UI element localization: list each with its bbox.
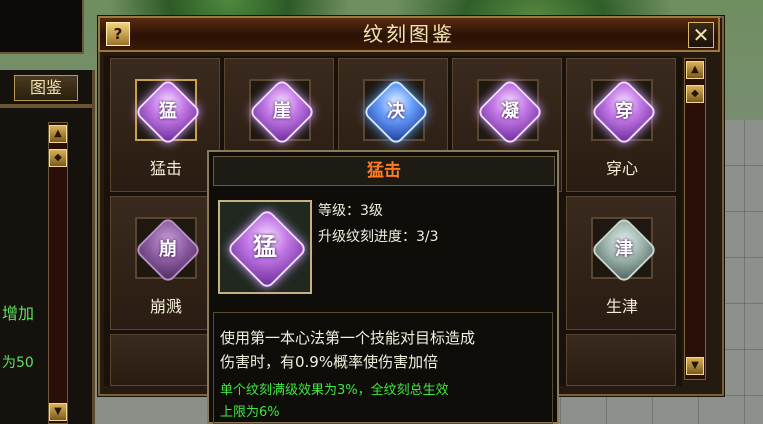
rune-glyph: 凝 xyxy=(501,101,519,122)
rune-icon: 津 xyxy=(590,216,658,284)
rune-icon: 猛 xyxy=(134,78,202,146)
rune-glyph: 崖 xyxy=(273,101,291,122)
tooltip-description: 使用第一本心法第一个技能对目标造成 伤害时，有0.9%概率使伤害加倍 xyxy=(220,326,550,374)
rune-glyph: 猛 xyxy=(253,233,277,261)
effect-line: 单个纹刻满级效果为3%，全纹刻总生效 xyxy=(220,383,449,398)
rune-name: 穿心 xyxy=(605,159,638,178)
tooltip-level: 等级：3级 xyxy=(318,203,383,219)
rune-name: 崩溅 xyxy=(149,297,182,316)
rune-icon: 凝 xyxy=(476,78,544,146)
rune-icon: 决 xyxy=(362,78,430,146)
rune-cell[interactable]: 猛 猛击 xyxy=(110,58,220,192)
side-text-increase: 增加 xyxy=(2,304,35,323)
rune-glyph: 猛 xyxy=(159,101,177,122)
rune-cell[interactable]: 穿 穿心 xyxy=(566,58,676,192)
tooltip-title: 猛击 xyxy=(213,156,555,186)
scroll-thumb-icon[interactable]: ◆ xyxy=(686,85,704,103)
rune-glyph: 穿 xyxy=(615,101,633,122)
desc-line: 伤害时，有0.9%概率使伤害加倍 xyxy=(220,353,439,371)
rune-glyph: 津 xyxy=(615,239,633,260)
scroll-up-icon[interactable]: ▲ xyxy=(686,61,704,79)
rune-icon: 崩 xyxy=(134,216,202,284)
side-text-value: 为50 xyxy=(2,355,34,371)
rune-cell[interactable]: 崩 崩溅 xyxy=(110,196,220,330)
rune-cell[interactable] xyxy=(566,334,676,386)
desc-line: 使用第一本心法第一个技能对目标造成 xyxy=(220,329,476,347)
rune-name: 猛击 xyxy=(149,159,182,178)
codex-tab[interactable]: 图鉴 xyxy=(14,75,78,101)
rune-cell[interactable]: 津 生津 xyxy=(566,196,676,330)
tooltip-effect-cap: 单个纹刻满级效果为3%，全纹刻总生效 上限为6% xyxy=(220,380,550,424)
left-scrollbar[interactable]: ▲ ◆ ▼ xyxy=(48,122,68,424)
rune-cell[interactable] xyxy=(110,334,220,386)
scroll-up-icon[interactable]: ▲ xyxy=(49,125,67,143)
help-button[interactable]: ? xyxy=(106,22,130,46)
right-scrollbar[interactable]: ▲ ◆ ▼ xyxy=(684,58,706,380)
rune-name: 生津 xyxy=(605,297,638,316)
minimap-panel xyxy=(0,0,84,54)
rune-icon: 穿 xyxy=(590,78,658,146)
scroll-down-icon[interactable]: ▼ xyxy=(686,357,704,375)
effect-line: 上限为6% xyxy=(220,405,280,420)
rune-icon: 崖 xyxy=(248,78,316,146)
left-panel-divider xyxy=(0,104,92,108)
scroll-down-icon[interactable]: ▼ xyxy=(49,403,67,421)
tooltip-rune-icon: 猛 xyxy=(218,200,312,294)
rune-glyph: 决 xyxy=(387,101,405,122)
rune-glyph: 崩 xyxy=(159,239,177,260)
window-title: 纹刻图鉴 xyxy=(363,22,455,46)
tooltip-progress: 升级纹刻进度：3/3 xyxy=(318,229,439,245)
scroll-thumb-icon[interactable]: ◆ xyxy=(49,149,67,167)
close-button[interactable]: ✕ xyxy=(688,22,714,48)
